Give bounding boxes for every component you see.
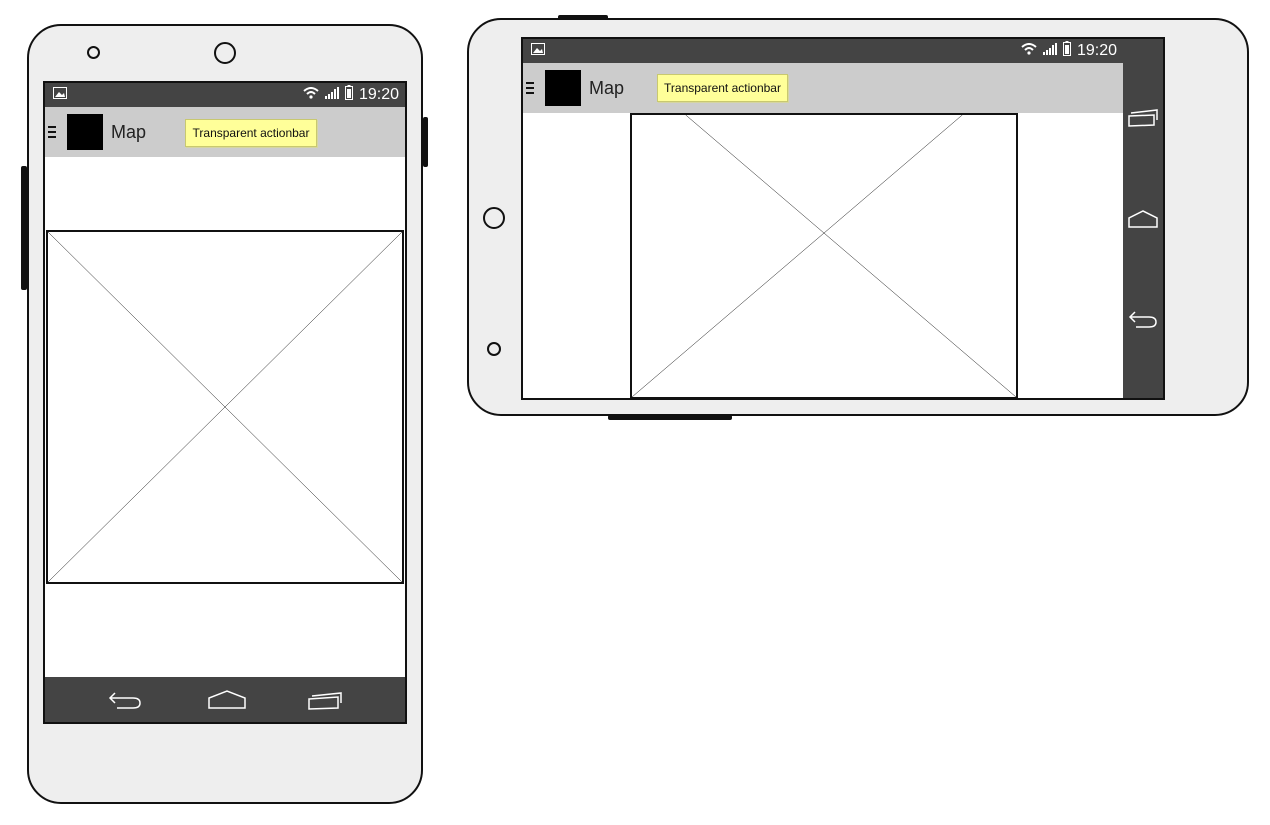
portrait-front-sensor: [87, 46, 100, 59]
landscape-front-camera: [483, 207, 505, 229]
page-title: Map: [589, 77, 625, 98]
signal-icon: [324, 86, 339, 104]
map-image-placeholder: [630, 113, 1018, 398]
home-icon[interactable]: [207, 685, 247, 713]
portrait-nav-bar: [45, 677, 405, 722]
landscape-front-sensor: [487, 342, 501, 356]
app-logo[interactable]: [67, 114, 103, 150]
recents-icon[interactable]: [1127, 105, 1159, 129]
status-time: 19:20: [1076, 42, 1117, 59]
wifi-icon: [303, 86, 319, 104]
signal-icon: [1042, 42, 1057, 60]
portrait-power-button: [423, 117, 428, 167]
landscape-status-bar: 19:20: [523, 39, 1123, 63]
recents-icon[interactable]: [307, 685, 347, 713]
landscape-volume-button: [608, 415, 732, 420]
hamburger-icon[interactable]: [526, 82, 534, 94]
battery-icon: [344, 85, 353, 105]
back-icon[interactable]: [1127, 307, 1159, 331]
status-time: 19:20: [358, 86, 399, 103]
page-title: Map: [111, 121, 147, 142]
portrait-status-bar: 19:20: [45, 83, 405, 107]
image-icon: [53, 86, 67, 104]
landscape-screen: 19:20 Map: [521, 37, 1165, 400]
wifi-icon: [1021, 42, 1037, 60]
landscape-action-bar: Map: [523, 63, 1123, 113]
portrait-volume-button: [21, 166, 27, 290]
map-image-placeholder: [46, 230, 404, 584]
app-logo[interactable]: [545, 70, 581, 106]
landscape-nav-bar: [1123, 39, 1163, 398]
landscape-power-button: [558, 15, 608, 20]
hamburger-icon[interactable]: [48, 126, 56, 138]
annotation-note: Transparent actionbar: [657, 74, 788, 102]
portrait-screen: 19:20 Map: [43, 81, 407, 724]
annotation-note: Transparent actionbar: [185, 119, 317, 147]
battery-icon: [1062, 41, 1071, 61]
portrait-front-camera: [214, 42, 236, 64]
home-icon[interactable]: [1127, 207, 1159, 231]
back-icon[interactable]: [107, 685, 143, 713]
image-icon: [531, 42, 545, 60]
